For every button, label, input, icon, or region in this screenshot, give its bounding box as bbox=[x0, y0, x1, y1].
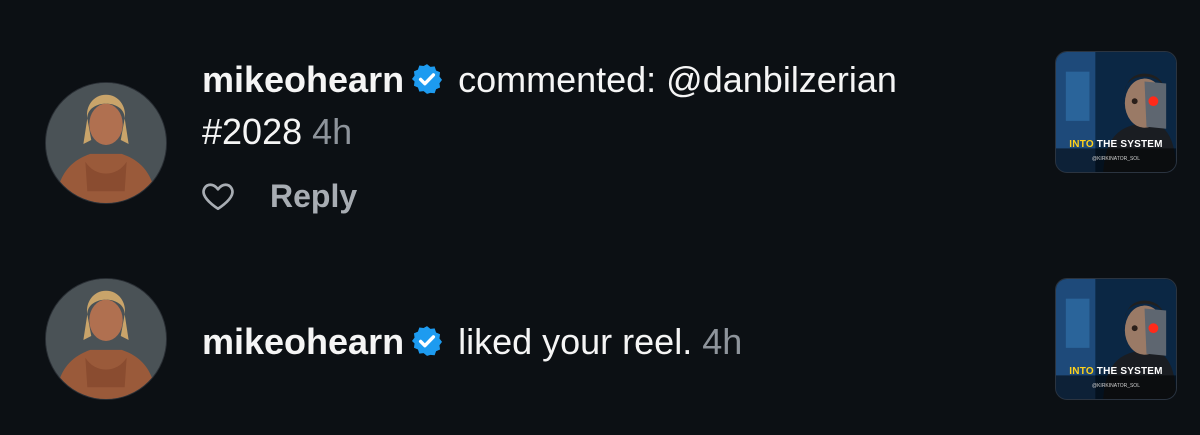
notification-text: mikeohearn liked your reel. 4h bbox=[202, 316, 742, 368]
reel-thumbnail-title: INTO THE SYSTEM bbox=[1069, 366, 1163, 377]
reel-thumbnail[interactable]: INTO THE SYSTEM @KIRKINATOR_SOL bbox=[1055, 278, 1177, 400]
reel-thumbnail-image bbox=[1056, 52, 1176, 172]
comment-actions: Reply bbox=[200, 176, 357, 216]
avatar[interactable] bbox=[45, 278, 167, 400]
reel-thumbnail[interactable]: INTO THE SYSTEM @KIRKINATOR_SOL bbox=[1055, 51, 1177, 173]
reel-thumbnail-credit: @KIRKINATOR_SOL bbox=[1092, 156, 1140, 162]
avatar-image bbox=[46, 279, 166, 399]
notification-comment[interactable]: mikeohearn commented: @danbilzerian #202… bbox=[0, 0, 1200, 240]
avatar[interactable] bbox=[45, 82, 167, 204]
verified-badge-icon bbox=[410, 320, 444, 356]
verified-badge-icon bbox=[410, 58, 444, 94]
comment-text: commented: @danbilzerian bbox=[458, 59, 897, 100]
timestamp: 4h bbox=[702, 321, 743, 362]
notification-like[interactable]: mikeohearn liked your reel. 4h INTO THE … bbox=[0, 240, 1200, 435]
reel-thumbnail-credit: @KIRKINATOR_SOL bbox=[1092, 383, 1140, 389]
like-text: liked your reel. bbox=[458, 321, 693, 362]
username[interactable]: mikeohearn bbox=[202, 59, 404, 100]
comment-text-continued: #2028 bbox=[202, 111, 303, 152]
avatar-image bbox=[46, 83, 166, 203]
notification-text: mikeohearn commented: @danbilzerian #202… bbox=[202, 54, 897, 158]
timestamp: 4h bbox=[312, 111, 353, 152]
reply-button[interactable]: Reply bbox=[270, 178, 357, 215]
username[interactable]: mikeohearn bbox=[202, 321, 404, 362]
heart-icon[interactable] bbox=[200, 178, 236, 214]
reel-thumbnail-image bbox=[1056, 279, 1176, 399]
reel-thumbnail-title: INTO THE SYSTEM bbox=[1069, 139, 1163, 150]
